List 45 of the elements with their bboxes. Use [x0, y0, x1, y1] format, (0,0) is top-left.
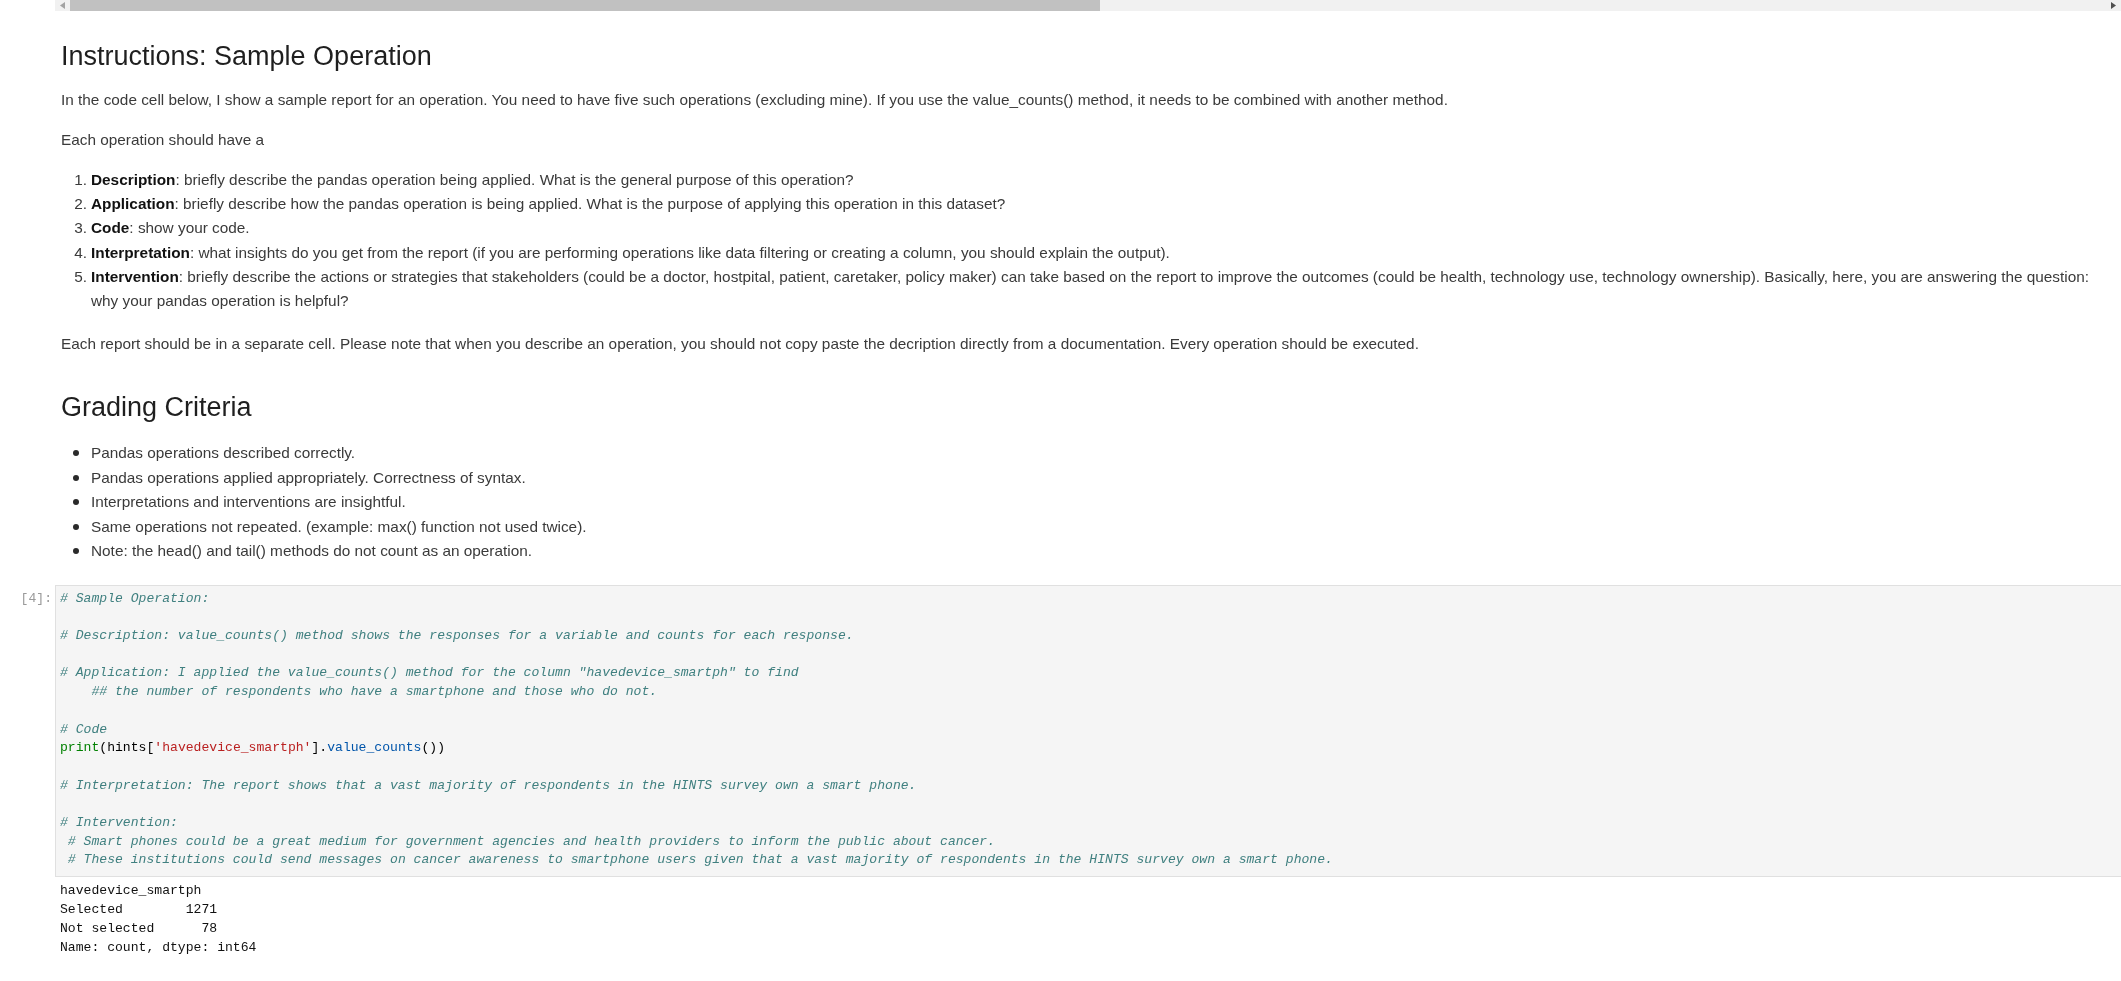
list-item: Same operations not repeated. (example: max() function not used twice).: [91, 516, 588, 537]
code-line: # Intervention:: [60, 814, 178, 830]
code-line: print(hints['havedevice_smartph'].value_counts()): [60, 740, 446, 756]
bullet-icon: [73, 548, 79, 555]
paragraph: In the code cell below, I show a sample report for an operation. You need to have five such operations (excluding mine). If you use the value_counts() method, it needs to be combined with another method.: [61, 90, 1449, 110]
bullet-icon: [73, 450, 79, 457]
output-line: havedevice_smartph: [60, 883, 202, 899]
code-cell[interactable]: [55, 584, 2121, 878]
bullet-icon: [73, 474, 79, 481]
bullet-icon: [73, 523, 79, 530]
list-item: Pandas operations applied appropriately. Correctness of syntax.: [91, 467, 527, 488]
list-item: Interpretations and interventions are insightful.: [91, 492, 407, 513]
code-line: # Sample Operation:: [60, 590, 210, 606]
list-number: 3.: [73, 218, 87, 239]
code-line: # Code: [60, 721, 108, 737]
list-item: Description: briefly describe the pandas operation being applied. What is the general purpose of this operation?: [91, 170, 855, 190]
list-item: Interpretation: what insights do you get from the report (if you are performing operations like data filtering or creating a column, you should explain the output).: [91, 242, 1171, 263]
scrollbar-thumb[interactable]: [70, 0, 1100, 11]
list-item: Note: the head() and tail() methods do not count as an operation.: [91, 541, 533, 562]
output-line: Name: count, dtype: int64: [60, 940, 257, 956]
code-line: # These institutions could send messages on cancer awareness to smartphone users given that a vast majority of respondents in the HINTS survey own a smart phone.: [67, 852, 1333, 868]
execution-count: [4]:: [20, 589, 52, 608]
bullet-icon: [73, 499, 79, 506]
code-line: # Description: value_counts() method shows the responses for a variable and counts for each response.: [60, 628, 854, 644]
arrow-right-icon[interactable]: [2111, 2, 2116, 9]
section-heading: Instructions: Sample Operation: [61, 40, 433, 72]
section-heading: Grading Criteria: [61, 391, 253, 424]
list-item: Intervention: briefly describe the actions or strategies that stakeholders (could be a doctor, hostpital, patient, caretaker, policy maker) can take based on the report to improve the outcomes (could be health, technology use, technology ownership). Basically, here, you are answering the question: why your pandas operation is helpful?: [91, 266, 2091, 311]
code-line: ## the number of respondents who have a smartphone and those who do not.: [91, 684, 658, 700]
list-number: 1.: [73, 170, 87, 190]
list-item: Code: show your code.: [91, 218, 251, 239]
list-number: 2.: [73, 194, 87, 215]
output-line: Selected 1271: [60, 902, 218, 918]
list-item: Pandas operations described correctly.: [91, 443, 357, 464]
paragraph: Each operation should have a: [61, 130, 266, 150]
list-number: 4.: [73, 242, 87, 263]
code-line: # Interpretation: The report shows that a vast majority of respondents in the HINTS survey own a smart phone.: [60, 777, 917, 793]
code-line: # Application: I applied the value_counts() method for the column "havedevice_smartph" to find: [60, 665, 799, 681]
output-line: Not selected 78: [60, 921, 218, 937]
list-number: 5.: [73, 266, 87, 287]
arrow-left-icon[interactable]: [60, 2, 65, 9]
paragraph: Each report should be in a separate cell. Please note that when you describe an operation, you should not copy paste the decription directly from a documentation. Every operation should be executed.: [61, 334, 1420, 355]
scrollbar-track[interactable]: [55, 0, 2121, 11]
code-line: # Smart phones could be a great medium for government agencies and health providers to inform the public about cancer.: [67, 833, 996, 849]
list-item: Application: briefly describe how the pandas operation is being applied. What is the purpose of applying this operation in this dataset?: [91, 194, 1007, 215]
